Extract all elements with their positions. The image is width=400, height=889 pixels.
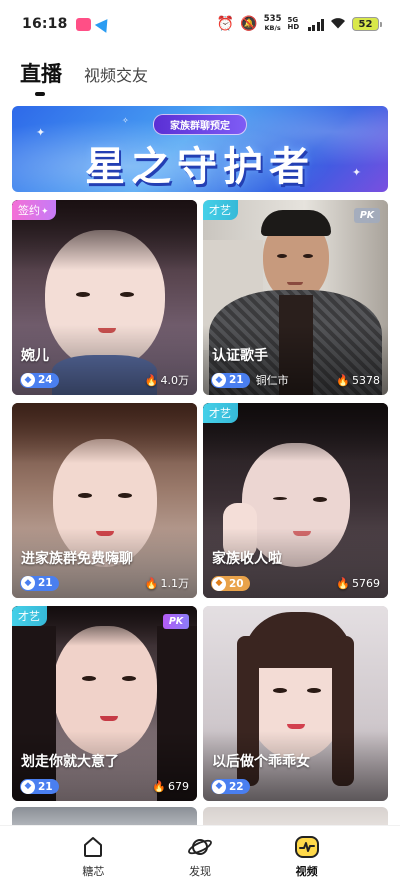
active-tab-indicator [35, 92, 45, 96]
room-title: 进家族群免费嗨聊 [21, 551, 133, 567]
tab-video-dating[interactable]: 视频交友 [84, 62, 148, 88]
signal-bars-icon [307, 19, 324, 31]
popularity: 🔥 1.1万 [144, 576, 189, 591]
room-title: 认证歌手 [212, 348, 268, 364]
diamond-icon: ◆ [21, 373, 35, 387]
network-type: 5G HD [287, 16, 300, 31]
level-badge: ◆ 21 [20, 779, 59, 794]
status-time: 16:18 [22, 16, 68, 32]
popularity: 🔥 679 [152, 780, 189, 793]
room-stats: ◆ 22 [211, 779, 380, 794]
popularity: 🔥 5769 [336, 577, 380, 590]
diamond-icon: ◆ [212, 576, 226, 591]
level-badge: ◆ 20 [211, 576, 250, 591]
popularity: 🔥 5378 [336, 373, 380, 387]
room-title: 家族收人啦 [212, 551, 282, 567]
room-stats: ◆ 21 🔥 679 [20, 779, 189, 794]
live-room-card[interactable]: 以后做个乖乖女 ◆ 22 [203, 606, 388, 801]
network-speed-value: 535 [263, 14, 282, 24]
level-badge: ◆ 22 [211, 779, 250, 794]
location: 铜仁市 [255, 374, 289, 387]
flame-icon: 🔥 [152, 780, 166, 793]
banner-title: 星之守护者 [85, 143, 315, 190]
diamond-icon: ◆ [21, 779, 35, 794]
diamond-icon: ◆ [212, 373, 226, 387]
popularity: 🔥 4.0万 [144, 373, 189, 388]
wifi-icon [330, 17, 346, 32]
nav-discover[interactable]: 发现 [170, 834, 230, 889]
nav-label: 糖芯 [82, 865, 105, 878]
level-badge: ◆ 21 [20, 575, 59, 591]
talent-tag: 才艺 [12, 606, 47, 626]
talent-tag: 才艺 [203, 403, 238, 423]
live-room-card[interactable]: 进家族群免费嗨聊 ◆ 21 🔥 1.1万 [12, 403, 197, 598]
battery-level: 52 [352, 17, 379, 31]
network-speed-unit: KB/s [264, 24, 281, 32]
notification-icons [75, 14, 113, 33]
planet-icon [187, 834, 213, 860]
diamond-icon: ◆ [21, 576, 35, 590]
flame-icon: 🔥 [144, 576, 159, 590]
top-tabs: 直播 视频交友 [20, 56, 148, 88]
live-room-card[interactable]: 才艺 家族收人啦 ◆ 20 🔥 5769 [203, 403, 388, 598]
room-title: 以后做个乖乖女 [212, 754, 310, 770]
room-stats: ◆ 21 🔥 1.1万 [20, 575, 189, 591]
live-room-card[interactable]: 才艺 PK 认证歌手 ◆ 21 铜仁市 🔥 5378 [203, 200, 388, 395]
room-title: 划走你就大意了 [21, 754, 119, 770]
network-speed: 535 KB/s [264, 15, 282, 33]
tag-label: 签约 [18, 204, 40, 217]
room-stats: ◆ 20 🔥 5769 [211, 576, 380, 591]
sparkle-icon: ✧ [122, 116, 129, 125]
bottom-nav: 糖芯 发现 视频 [0, 825, 400, 889]
house-icon [80, 834, 106, 860]
pk-badge: PK [354, 208, 380, 223]
cell-signal: 5G HD [287, 16, 324, 31]
nav-label: 发现 [188, 865, 211, 878]
live-room-card[interactable]: 签约✦ 婉儿 ◆ 24 🔥 4.0万 [12, 200, 197, 395]
contract-tag: 签约✦ [12, 200, 56, 220]
tab-live[interactable]: 直播 [20, 58, 62, 88]
nav-video[interactable]: 视频 [277, 834, 337, 889]
live-room-grid: 签约✦ 婉儿 ◆ 24 🔥 4.0万 才艺 PK 认证歌手 ◆ 21 铜仁市 🔥 537… [12, 200, 388, 801]
status-indicators: ⏰ 🔕 535 KB/s 5G HD 52 [217, 15, 382, 33]
room-title: 婉儿 [21, 348, 49, 364]
mute-icon: 🔕 [240, 16, 258, 32]
flame-icon: 🔥 [336, 577, 350, 590]
pk-badge: PK [163, 614, 189, 629]
flame-icon: 🔥 [336, 373, 350, 387]
telegram-notification-icon [94, 14, 113, 33]
pulse-icon [294, 834, 320, 860]
alarm-icon: ⏰ [216, 16, 235, 32]
banner-subtitle: 家族群聊预定 [153, 114, 247, 135]
room-stats: ◆ 24 🔥 4.0万 [20, 372, 189, 388]
promo-banner[interactable]: ✦ ✦ ✧ 家族群聊预定 星之守护者 [12, 106, 388, 192]
app-notification-icon [75, 17, 91, 31]
status-bar: 16:18 ⏰ 🔕 535 KB/s 5G HD 52 [0, 0, 400, 48]
battery-icon: 52 [352, 17, 382, 31]
level-badge: ◆ 21 [211, 372, 250, 388]
talent-tag: 才艺 [203, 200, 238, 220]
nav-label: 视频 [295, 865, 318, 878]
level-badge: ◆ 24 [20, 372, 59, 388]
room-stats: ◆ 21 铜仁市 🔥 5378 [211, 372, 380, 388]
nav-tangxin[interactable]: 糖芯 [63, 834, 123, 889]
live-room-card[interactable]: 才艺 PK 划走你就大意了 ◆ 21 🔥 679 [12, 606, 197, 801]
diamond-icon: ◆ [212, 779, 226, 794]
flame-icon: 🔥 [144, 373, 159, 387]
